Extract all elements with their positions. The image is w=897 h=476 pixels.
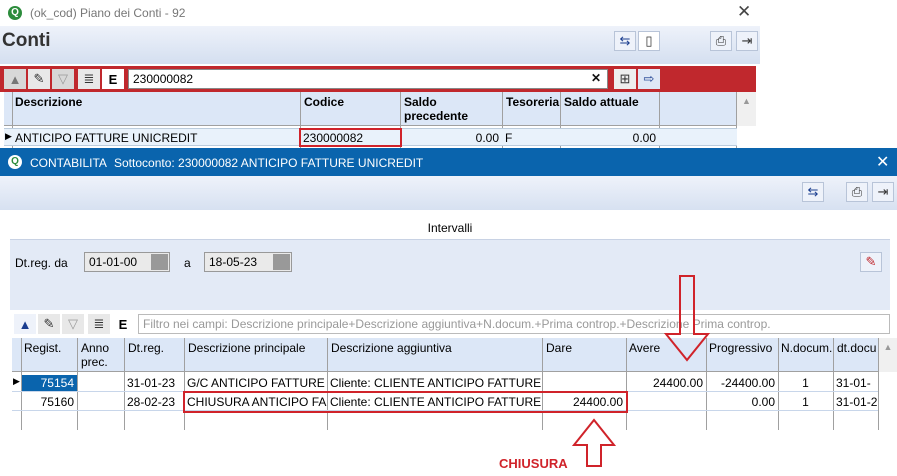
down-arrow-icon [663, 275, 711, 362]
chiusura-annotation-label: CHIUSURA [499, 456, 568, 471]
annotation-arrows [571, 275, 711, 467]
up-arrow-annotation-icon [571, 418, 617, 467]
